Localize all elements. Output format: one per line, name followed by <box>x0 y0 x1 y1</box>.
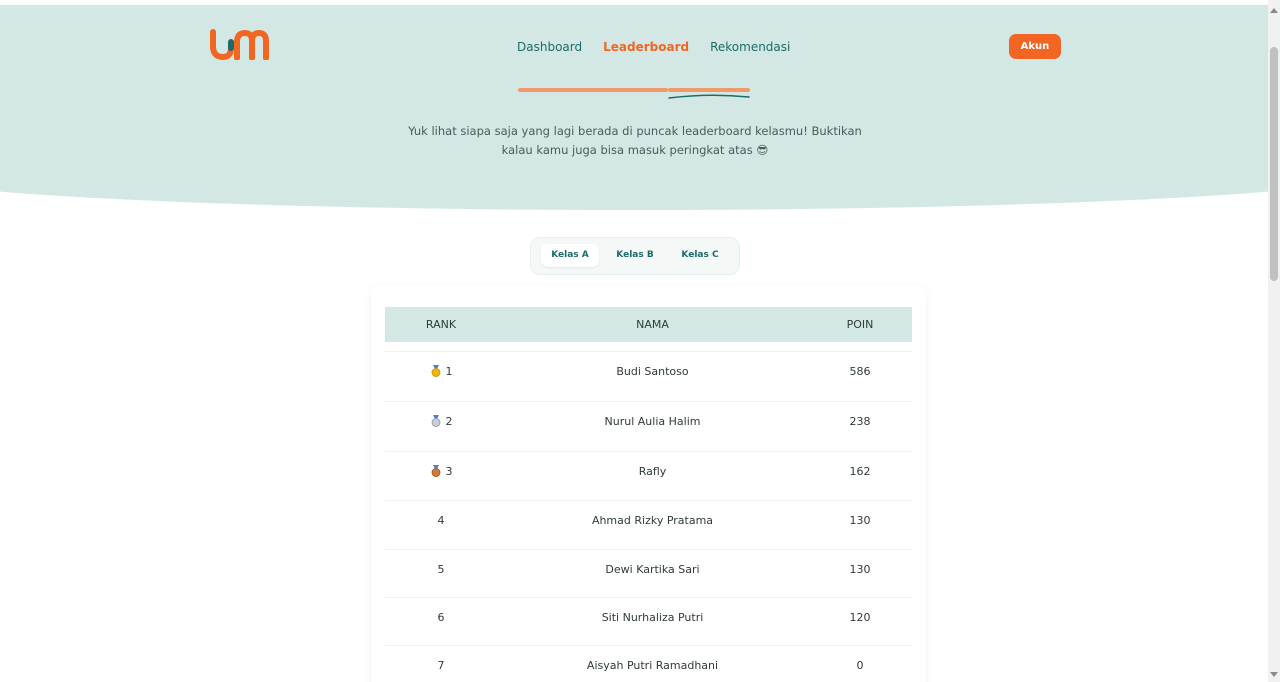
leaderboard-card: RANK NAMA POIN 1 Budi Santoso 586 2 Nuru… <box>371 285 926 682</box>
points-cell: 586 <box>849 365 871 378</box>
rank-cell: 5 <box>437 563 445 576</box>
nav-dashboard[interactable]: Dashboard <box>517 40 582 54</box>
page-scrollbar[interactable] <box>1268 0 1280 682</box>
rank-number: 3 <box>445 465 453 478</box>
hero-subtitle-line-1: Yuk lihat siapa saja yang lagi berada di… <box>408 124 862 138</box>
nav-leaderboard[interactable]: Leaderboard <box>603 40 689 54</box>
title-fragment <box>518 88 668 92</box>
table-row: 5 Dewi Kartika Sari 130 <box>385 549 912 590</box>
tab-kelas-a[interactable]: Kelas A <box>541 244 599 267</box>
table-row: 1 Budi Santoso 586 <box>385 351 912 392</box>
table-row: 3 Rafly 162 <box>385 451 912 492</box>
main-nav: Dashboard Leaderboard Rekomendasi <box>517 40 811 54</box>
points-cell: 0 <box>856 659 864 672</box>
name-cell: Rafly <box>638 465 667 478</box>
account-button[interactable]: Akun <box>1009 34 1061 59</box>
tab-kelas-c[interactable]: Kelas C <box>671 244 729 267</box>
nav-rekomendasi[interactable]: Rekomendasi <box>710 40 790 54</box>
header-name: NAMA <box>636 318 669 331</box>
gold-medal-icon <box>431 365 440 377</box>
header-points: POIN <box>846 318 874 331</box>
name-cell: Aisyah Putri Ramadhani <box>586 659 719 672</box>
name-cell: Nurul Aulia Halim <box>604 415 701 428</box>
rank-cell: 2 <box>385 402 497 442</box>
points-cell: 130 <box>849 514 871 527</box>
scroll-down-arrow-icon[interactable] <box>1270 672 1278 677</box>
name-cell: Dewi Kartika Sari <box>605 563 700 576</box>
rank-cell: 3 <box>385 452 497 492</box>
hero-subtitle: Yuk lihat siapa saja yang lagi berada di… <box>400 122 870 160</box>
title-underline-swoosh <box>668 94 750 99</box>
bronze-medal-icon <box>431 465 440 477</box>
um-logo[interactable] <box>210 28 270 60</box>
table-row: 6 Siti Nurhaliza Putri 120 <box>385 597 912 638</box>
name-cell: Ahmad Rizky Pratama <box>591 514 714 527</box>
rank-number: 1 <box>445 365 453 378</box>
class-tabs: Kelas A Kelas B Kelas C <box>530 237 740 275</box>
silver-medal-icon <box>431 415 440 427</box>
table-header: RANK NAMA POIN <box>385 307 912 342</box>
header-rank: RANK <box>425 318 457 331</box>
table-row: 7 Aisyah Putri Ramadhani 0 <box>385 645 912 682</box>
rank-cell: 6 <box>437 611 445 624</box>
scrollbar-thumb[interactable] <box>1270 47 1278 281</box>
rank-cell: 7 <box>437 659 445 672</box>
name-cell: Budi Santoso <box>616 365 689 378</box>
tab-kelas-b[interactable]: Kelas B <box>606 244 664 267</box>
hero-subtitle-line-2: kalau kamu juga bisa masuk peringkat ata… <box>501 143 769 157</box>
top-strip <box>0 0 1268 5</box>
table-row: 2 Nurul Aulia Halim 238 <box>385 401 912 442</box>
leaderboard-page: Dashboard Leaderboard Rekomendasi Akun Y… <box>0 0 1268 682</box>
table-row: 4 Ahmad Rizky Pratama 130 <box>385 500 912 541</box>
scroll-up-arrow-icon[interactable] <box>1270 8 1278 13</box>
points-cell: 238 <box>849 415 871 428</box>
rank-cell: 4 <box>437 514 445 527</box>
points-cell: 162 <box>849 465 871 478</box>
name-cell: Siti Nurhaliza Putri <box>601 611 704 624</box>
rank-number: 2 <box>445 415 453 428</box>
points-cell: 130 <box>849 563 871 576</box>
rank-cell: 1 <box>385 352 497 392</box>
points-cell: 120 <box>849 611 871 624</box>
